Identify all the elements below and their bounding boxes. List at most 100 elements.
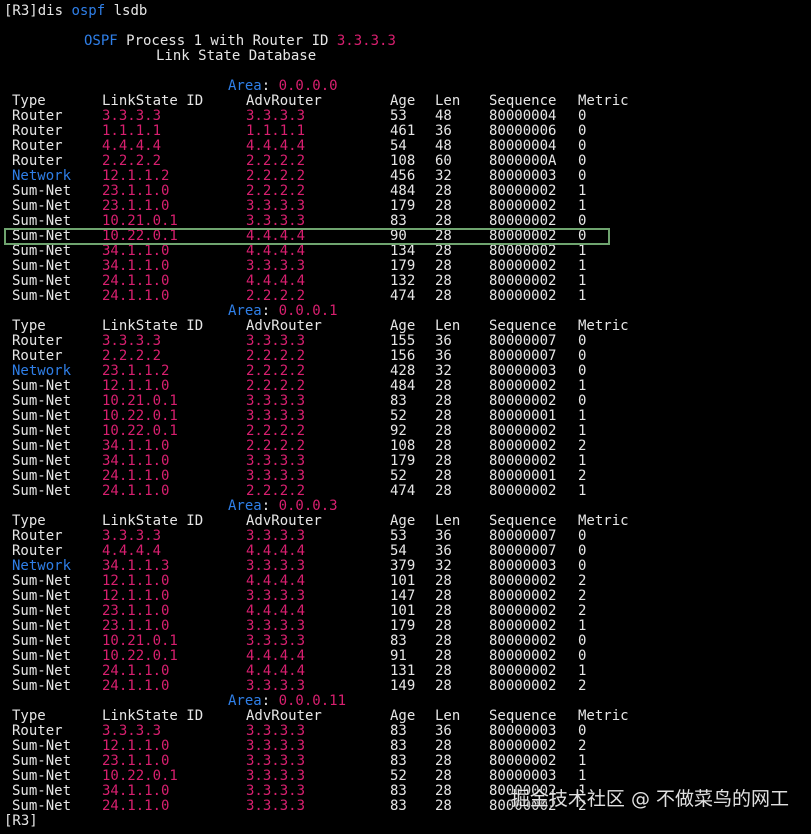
cell-adv: 3.3.3.3 <box>246 213 306 229</box>
cell-age: 179 <box>390 453 416 469</box>
cell-lsid: 23.1.1.2 <box>102 363 170 379</box>
cell-type: Sum-Net <box>12 798 72 814</box>
area-label: Area: 0.0.0.11 <box>228 694 346 709</box>
cell-age: 147 <box>390 588 416 604</box>
cell-len: 60 <box>435 153 452 169</box>
end-prompt: [R3] <box>4 813 38 829</box>
cell-lsid: 2.2.2.2 <box>102 348 162 364</box>
cell-seq: 80000002 <box>489 378 557 394</box>
cell-adv: 4.4.4.4 <box>246 648 306 664</box>
cell-seq: 80000003 <box>489 558 557 574</box>
cell-lsid: 24.1.1.0 <box>102 468 170 484</box>
cell-seq: 80000003 <box>489 168 557 184</box>
area-keyword: Area <box>228 693 262 709</box>
cell-adv: 2.2.2.2 <box>246 348 306 364</box>
cell-type: Router <box>12 123 63 139</box>
cell-type: Sum-Net <box>12 243 72 259</box>
column-len: Len <box>435 93 461 109</box>
cell-metric: 0 <box>578 543 587 559</box>
area-keyword: Area <box>228 78 262 94</box>
cell-len: 28 <box>435 633 452 649</box>
cell-metric: 2 <box>578 588 587 604</box>
cell-type: Sum-Net <box>12 423 72 439</box>
cell-metric: 1 <box>578 423 587 439</box>
column-seq: Sequence <box>489 93 557 109</box>
cell-len: 36 <box>435 333 452 349</box>
column-len: Len <box>435 318 461 334</box>
cell-metric: 0 <box>578 108 587 124</box>
header-title-part: 3.3.3.3 <box>336 33 396 49</box>
cell-type: Sum-Net <box>12 618 72 634</box>
cell-adv: 4.4.4.4 <box>246 603 306 619</box>
cell-type: Sum-Net <box>12 453 72 469</box>
cell-seq: 80000002 <box>489 633 557 649</box>
terminal-output[interactable]: [R3]dis ospf lsdb OSPF Process 1 with Rou… <box>0 0 811 834</box>
cell-len: 48 <box>435 138 452 154</box>
cell-type: Sum-Net <box>12 663 72 679</box>
cell-len: 28 <box>435 588 452 604</box>
cell-metric: 2 <box>578 438 587 454</box>
cell-metric: 1 <box>578 243 587 259</box>
cell-type: Sum-Net <box>12 438 72 454</box>
cell-len: 28 <box>435 408 452 424</box>
column-age: Age <box>390 93 416 109</box>
cell-seq: 80000002 <box>489 288 557 304</box>
cell-lsid: 24.1.1.0 <box>102 798 170 814</box>
cell-adv: 3.3.3.3 <box>246 798 306 814</box>
cell-age: 108 <box>390 153 416 169</box>
cell-len: 28 <box>435 378 452 394</box>
cell-adv: 2.2.2.2 <box>246 438 306 454</box>
cell-type: Router <box>12 723 63 739</box>
cell-age: 156 <box>390 348 416 364</box>
cell-age: 456 <box>390 168 416 184</box>
cell-age: 484 <box>390 378 416 394</box>
cell-lsid: 34.1.1.0 <box>102 243 170 259</box>
area-keyword: Area <box>228 303 262 319</box>
cell-age: 108 <box>390 438 416 454</box>
cell-age: 83 <box>390 753 407 769</box>
cell-len: 28 <box>435 483 452 499</box>
cell-adv: 4.4.4.4 <box>246 138 306 154</box>
cell-metric: 0 <box>578 153 587 169</box>
cell-type: Sum-Net <box>12 228 72 244</box>
cell-seq: 80000002 <box>489 438 557 454</box>
prompt: [R3] <box>4 3 38 19</box>
cell-seq: 80000001 <box>489 468 557 484</box>
cell-adv: 3.3.3.3 <box>246 333 306 349</box>
cell-adv: 4.4.4.4 <box>246 663 306 679</box>
cell-lsid: 3.3.3.3 <box>102 108 162 124</box>
cell-lsid: 4.4.4.4 <box>102 543 162 559</box>
column-type: Type <box>12 708 46 724</box>
cell-adv: 3.3.3.3 <box>246 528 306 544</box>
area-colon: : <box>261 78 279 94</box>
command-text: [R3]dis ospf lsdb <box>4 4 147 19</box>
cell-age: 83 <box>390 798 407 814</box>
cell-len: 28 <box>435 243 452 259</box>
column-lsid: LinkState ID <box>102 708 204 724</box>
cell-seq: 80000004 <box>489 138 557 154</box>
column-adv: AdvRouter <box>246 318 322 334</box>
cell-age: 54 <box>390 138 407 154</box>
cell-adv: 2.2.2.2 <box>246 153 306 169</box>
cell-len: 36 <box>435 123 452 139</box>
cell-type: Network <box>12 363 72 379</box>
cell-lsid: 23.1.1.0 <box>102 753 170 769</box>
cell-seq: 80000002 <box>489 663 557 679</box>
cell-lsid: 34.1.1.0 <box>102 453 170 469</box>
cell-len: 28 <box>435 678 452 694</box>
cell-adv: 2.2.2.2 <box>246 363 306 379</box>
cell-age: 83 <box>390 783 407 799</box>
cell-metric: 0 <box>578 363 587 379</box>
column-type: Type <box>12 93 46 109</box>
cell-metric: 0 <box>578 393 587 409</box>
cell-adv: 3.3.3.3 <box>246 768 306 784</box>
cell-len: 28 <box>435 258 452 274</box>
cell-age: 461 <box>390 123 416 139</box>
cell-adv: 3.3.3.3 <box>246 618 306 634</box>
cell-lsid: 12.1.1.0 <box>102 378 170 394</box>
cell-lsid: 23.1.1.0 <box>102 603 170 619</box>
cell-lsid: 23.1.1.0 <box>102 198 170 214</box>
cell-lsid: 24.1.1.0 <box>102 273 170 289</box>
cell-metric: 0 <box>578 228 587 244</box>
cell-lsid: 10.21.0.1 <box>102 393 178 409</box>
